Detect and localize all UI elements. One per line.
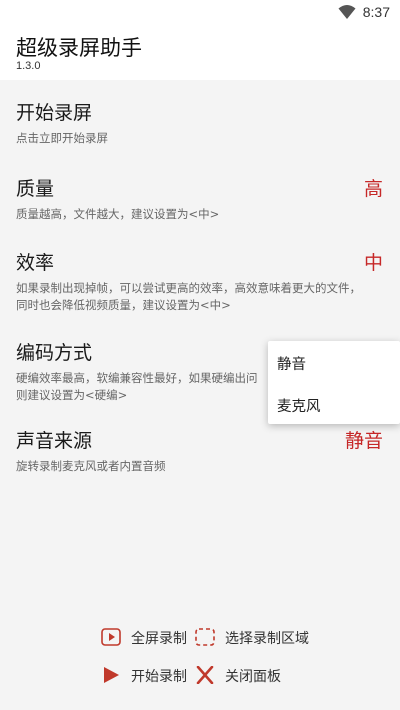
app-bar: 超级录屏助手 1.3.0 — [0, 24, 400, 80]
menu-item-microphone[interactable]: 麦克风 — [277, 395, 321, 416]
fullscreen-record-label: 全屏录制 — [131, 631, 187, 647]
setting-value: 静音 — [344, 430, 383, 452]
start-record-label: 开始录制 — [131, 669, 187, 685]
play-box-icon — [101, 628, 121, 646]
sound-source-menu: 静音 麦克风 — [268, 341, 400, 424]
fullscreen-record-button[interactable]: 全屏录制 — [101, 628, 191, 648]
setting-title: 编码方式 — [16, 342, 93, 364]
setting-efficiency[interactable]: 效率 中 如果录制出现掉帧，可以尝试更高的效率，高效意味着更大的文件， 同时也会… — [0, 248, 400, 318]
setting-value: 中 — [363, 252, 383, 274]
status-bar: 8:37 — [0, 0, 400, 24]
close-panel-button[interactable]: 关闭面板 — [195, 666, 315, 686]
setting-description: 质量越高，文件越大，建议设置为<中> — [16, 207, 220, 221]
select-region-label: 选择录制区域 — [225, 631, 309, 647]
setting-sound-source[interactable]: 声音来源 静音 旋转录制麦克风或者内置音频 — [0, 426, 400, 486]
status-time: 8:37 — [362, 4, 390, 20]
setting-title: 开始录屏 — [16, 102, 93, 124]
play-icon — [104, 667, 119, 683]
select-region-button[interactable]: 选择录制区域 — [195, 628, 345, 648]
wifi-icon — [338, 5, 356, 19]
description-line: 如果录制出现掉帧，可以尝试更高的效率，高效意味着更大的文件， — [16, 281, 361, 295]
setting-quality[interactable]: 质量 高 质量越高，文件越大，建议设置为<中> — [0, 174, 400, 234]
setting-description: 如果录制出现掉帧，可以尝试更高的效率，高效意味着更大的文件， 同时也会降低视频质… — [16, 280, 386, 314]
setting-title: 质量 — [16, 178, 55, 200]
description-line: 同时也会降低视频质量，建议设置为<中> — [16, 298, 231, 312]
setting-description: 旋转录制麦克风或者内置音频 — [16, 459, 166, 473]
setting-title: 效率 — [16, 252, 55, 274]
dashed-selection-icon — [195, 628, 215, 646]
app-title: 超级录屏助手 — [16, 36, 142, 60]
close-icon — [196, 666, 214, 684]
menu-item-mute[interactable]: 静音 — [277, 353, 306, 374]
setting-start-recording[interactable]: 开始录屏 点击立即开始录屏 — [0, 98, 400, 158]
start-record-button[interactable]: 开始录制 — [101, 666, 191, 686]
setting-description: 点击立即开始录屏 — [16, 131, 108, 145]
setting-title: 声音来源 — [16, 430, 93, 452]
app-version: 1.3.0 — [16, 60, 41, 72]
close-panel-label: 关闭面板 — [225, 669, 281, 685]
setting-value: 高 — [363, 178, 383, 200]
